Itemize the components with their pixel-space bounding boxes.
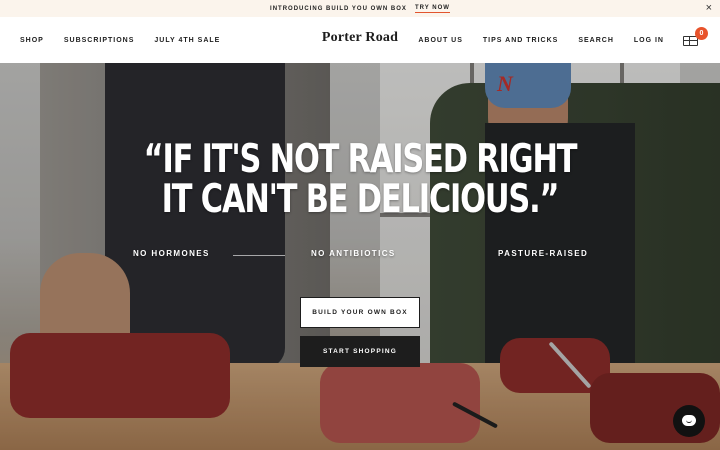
chat-bubble-icon[interactable] bbox=[673, 405, 705, 437]
cart-box-icon[interactable]: 0 bbox=[683, 27, 708, 47]
claim-no-hormones: NO HORMONES bbox=[133, 249, 210, 258]
chat-bubble-shape bbox=[682, 415, 696, 426]
hero-section: N “IF IT'S NOT RAISED RIGHT IT CAN'T BE … bbox=[0, 63, 720, 450]
build-your-own-box-button[interactable]: BUILD YOUR OWN BOX bbox=[300, 297, 420, 328]
claim-divider bbox=[233, 255, 285, 256]
announcement-bar: INTRODUCING BUILD YOU OWN BOX TRY NOW × bbox=[0, 0, 720, 17]
hero-quote: “IF IT'S NOT RAISED RIGHT IT CAN'T BE DE… bbox=[79, 140, 641, 220]
claim-pasture-raised: PASTURE-RAISED bbox=[498, 249, 589, 258]
hero-quote-line-1: “IF IT'S NOT RAISED RIGHT bbox=[143, 137, 578, 182]
cart-count-badge: 0 bbox=[695, 27, 708, 40]
claim-no-antibiotics: NO ANTIBIOTICS bbox=[311, 249, 396, 258]
product-claims: NO HORMONES NO ANTIBIOTICS PASTURE-RAISE… bbox=[0, 249, 720, 261]
close-icon[interactable]: × bbox=[706, 2, 713, 14]
try-now-link[interactable]: TRY NOW bbox=[414, 5, 450, 13]
nav-search[interactable]: SEARCH bbox=[578, 37, 614, 44]
hero-quote-line-2: IT CAN'T BE DELICIOUS.” bbox=[161, 177, 560, 222]
nav-tips-and-tricks[interactable]: TIPS AND TRICKS bbox=[483, 37, 558, 44]
nav-log-in[interactable]: LOG IN bbox=[634, 37, 664, 44]
site-header: SHOP SUBSCRIPTIONS JULY 4TH SALE Porter … bbox=[0, 17, 720, 63]
announcement-text: INTRODUCING BUILD YOU OWN BOX bbox=[270, 5, 407, 12]
secondary-nav: ABOUT US TIPS AND TRICKS SEARCH LOG IN bbox=[398, 17, 664, 63]
start-shopping-button[interactable]: START SHOPPING bbox=[300, 336, 420, 367]
nav-about-us[interactable]: ABOUT US bbox=[418, 37, 463, 44]
